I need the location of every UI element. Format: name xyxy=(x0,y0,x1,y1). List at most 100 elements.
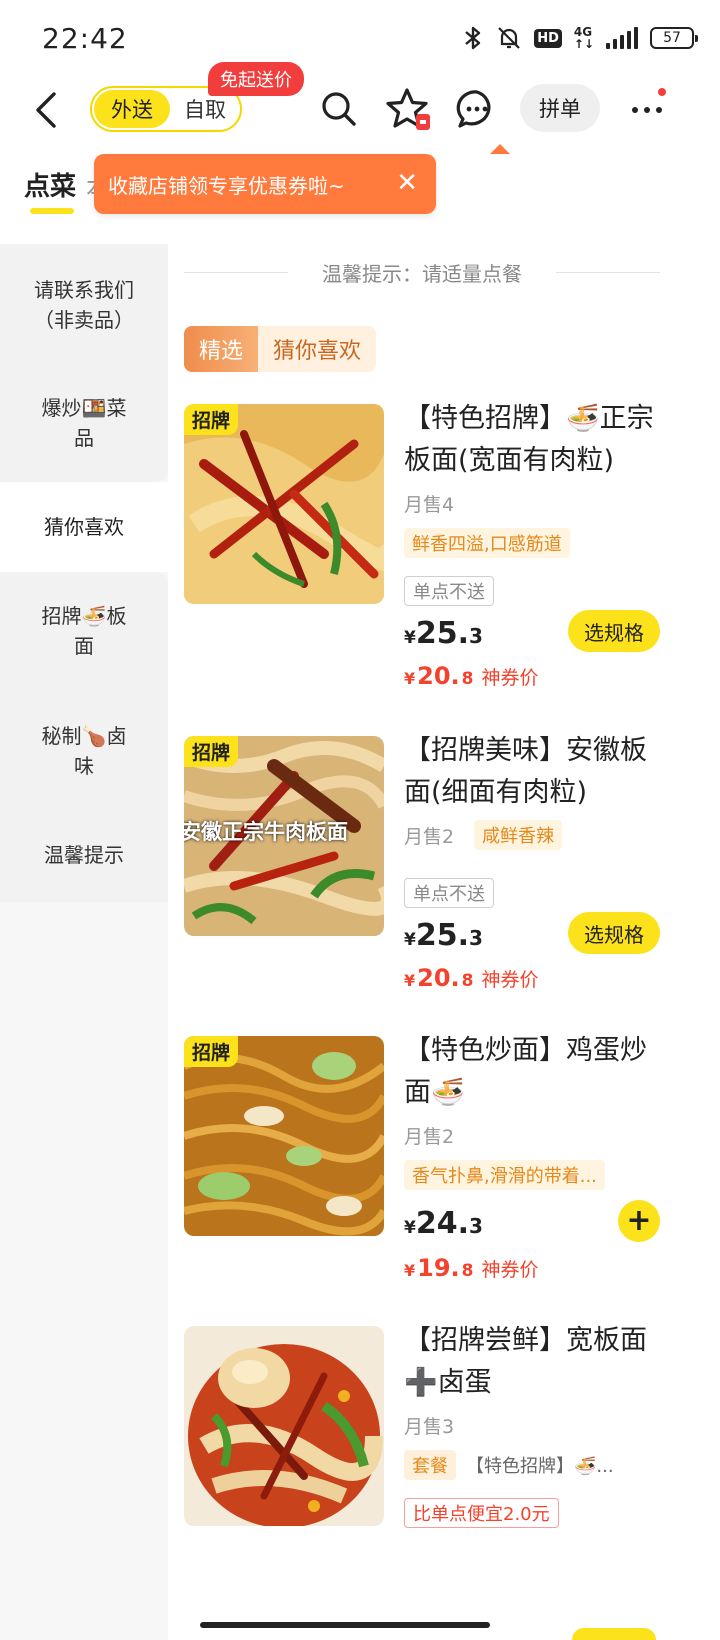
currency-symbol: ¥ xyxy=(404,1218,416,1238)
noodle-photo xyxy=(184,1326,384,1526)
more-icon xyxy=(632,107,638,113)
currency-symbol: ¥ xyxy=(404,930,416,950)
currency-symbol: ¥ xyxy=(404,628,416,648)
sidebar-item-signature-noodles[interactable]: 招牌🍜板 面 xyxy=(0,586,168,676)
currency-symbol: ¥ xyxy=(404,971,416,990)
item-name: 【特色炒面】鸡蛋炒面🍜 xyxy=(404,1035,647,1108)
status-time: 22:42 xyxy=(42,22,128,55)
status-icons: HD 4G ↑↓ 57 xyxy=(462,22,698,54)
item-sales: 月售2 xyxy=(404,826,455,848)
price-decimal: 3 xyxy=(469,926,483,950)
item-sales: 月售3 xyxy=(404,1416,455,1438)
category-sidebar: 请联系我们 （非卖品） 爆炒🍱菜 品 猜你喜欢 招牌🍜板 面 秘制🍗卤 味 温馨… xyxy=(0,244,168,1640)
price-integer: 24. xyxy=(415,1206,469,1241)
item-sales: 月售4 xyxy=(404,494,455,516)
coupon-label: 神券价 xyxy=(481,969,539,991)
currency-symbol: ¥ xyxy=(404,669,416,688)
sidebar-item-recommended[interactable]: 猜你喜欢 xyxy=(0,482,168,572)
select-spec-button-peek[interactable] xyxy=(572,1628,656,1640)
coupon-price: ¥20. 8 神券价 xyxy=(404,964,539,992)
item-taste-tag: 咸鲜香辣 xyxy=(474,820,562,850)
notification-dot xyxy=(658,88,666,96)
price-integer: 25. xyxy=(415,918,469,953)
item-name: 【招牌美味】安徽板面(细面有肉粒) xyxy=(404,735,647,808)
group-order-button[interactable]: 拼单 xyxy=(520,84,600,132)
store-tabs: 点菜 本 收藏店铺领专享优惠券啦~ ✕ xyxy=(0,144,720,230)
sidebar-item-braised[interactable]: 秘制🍗卤 味 xyxy=(0,706,168,796)
plus-icon: + xyxy=(626,1203,652,1238)
item-image[interactable]: 招牌 xyxy=(184,404,384,604)
item-sales: 月售2 xyxy=(404,1126,455,1148)
sidebar-item-label: 爆炒🍱菜 xyxy=(41,396,127,420)
combo-tag: 套餐 xyxy=(404,1450,456,1480)
no-single-delivery-tag: 单点不送 xyxy=(404,576,494,606)
sidebar-item-label: 面 xyxy=(74,634,94,658)
mode-delivery[interactable]: 外送 xyxy=(94,90,170,128)
order-notice-text: 温馨提示：请适量点餐 xyxy=(322,261,522,286)
savings-tag: 比单点便宜2.0元 xyxy=(404,1498,559,1528)
favorite-coupon-tooltip[interactable]: 收藏店铺领专享优惠券啦~ ✕ xyxy=(94,144,510,214)
sidebar-item-label: 招牌🍜板 xyxy=(41,604,127,628)
section-chip-label: 猜你喜欢 xyxy=(258,326,376,372)
chevron-left-icon xyxy=(36,92,56,128)
add-to-cart-button[interactable]: + xyxy=(618,1200,660,1242)
tab-order[interactable]: 点菜 xyxy=(24,166,76,203)
hd-icon: HD xyxy=(534,28,562,48)
bluetooth-icon xyxy=(465,26,481,50)
more-icon-dot xyxy=(644,107,650,113)
menu-item[interactable]: 安徽正宗牛肉板面 招牌 【招牌美味】安徽板面(细面有肉粒) 月售2 咸鲜香辣 单… xyxy=(184,735,680,996)
star-icon xyxy=(386,88,430,130)
select-spec-button[interactable]: 选规格 xyxy=(568,912,660,954)
image-caption: 安徽正宗牛肉板面 xyxy=(184,820,348,844)
coupon-price: ¥19. 8 神券价 xyxy=(404,1254,539,1282)
sidebar-item-label: 猜你喜欢 xyxy=(44,515,124,539)
coupon-price: ¥20. 8 神券价 xyxy=(404,662,539,690)
item-image[interactable]: 招牌 xyxy=(184,1036,384,1236)
price-decimal: 3 xyxy=(469,624,483,648)
order-notice: 温馨提示：请适量点餐 xyxy=(184,252,660,292)
currency-symbol: ¥ xyxy=(404,1261,416,1280)
network-type: 4G ↑↓ xyxy=(573,25,594,51)
coupon-integer: 19. xyxy=(417,1254,460,1282)
sidebar-item-label: 秘制🍗卤 xyxy=(41,724,127,748)
battery-icon: 57 xyxy=(650,27,698,49)
menu-item[interactable]: 招牌 【特色炒面】鸡蛋炒面🍜 月售2 香气扑鼻,滑滑的带着... ¥24.3 ¥… xyxy=(184,1035,680,1286)
sidebar-item-stirfry[interactable]: 爆炒🍱菜 品 xyxy=(0,378,168,468)
price-decimal: 3 xyxy=(469,1214,483,1238)
item-image[interactable]: 安徽正宗牛肉板面 招牌 xyxy=(184,736,384,936)
sidebar-item-label: 请联系我们 xyxy=(34,278,134,302)
home-indicator[interactable] xyxy=(200,1622,490,1628)
back-button[interactable] xyxy=(28,88,68,132)
store-header: 外送 自取 免起送价 拼单 xyxy=(0,62,720,146)
sidebar-item-label: 味 xyxy=(74,754,94,778)
section-chip-selected: 精选 xyxy=(184,326,258,372)
item-price: ¥25.3 xyxy=(404,616,483,651)
favorite-button[interactable] xyxy=(384,86,430,132)
menu-item[interactable]: 【招牌尝鲜】宽板面➕卤蛋 月售3 套餐 【特色招牌】🍜... 比单点便宜2.0元 xyxy=(184,1325,680,1540)
status-bar: 22:42 HD 4G ↑↓ 57 xyxy=(0,0,720,76)
section-chip: 精选 猜你喜欢 xyxy=(184,326,376,374)
promo-badge: 免起送价 xyxy=(208,62,304,96)
menu-item[interactable]: 招牌 【特色招牌】🍜正宗板面(宽面有肉粒) 月售4 鲜香四溢,口感筋道 单点不送… xyxy=(184,403,680,694)
search-icon xyxy=(322,92,356,126)
sidebar-item-contact[interactable]: 请联系我们 （非卖品） xyxy=(0,260,168,350)
item-taste-tag: 鲜香四溢,口感筋道 xyxy=(404,528,570,558)
close-icon[interactable]: ✕ xyxy=(396,168,418,198)
signature-badge: 招牌 xyxy=(184,736,239,767)
item-image[interactable] xyxy=(184,1326,384,1526)
sidebar-item-notice[interactable]: 温馨提示 xyxy=(0,810,168,900)
sidebar-item-label: 温馨提示 xyxy=(44,843,124,867)
combo-contents: 【特色招牌】🍜... xyxy=(466,1456,614,1477)
more-icon-dot xyxy=(656,107,662,113)
coupon-decimal: 8 xyxy=(461,669,474,689)
tab-underline xyxy=(30,208,74,214)
item-name: 【招牌尝鲜】宽板面➕卤蛋 xyxy=(404,1325,647,1398)
more-options-button[interactable] xyxy=(622,88,672,128)
coupon-integer: 20. xyxy=(417,964,460,992)
message-button[interactable] xyxy=(454,86,500,132)
signature-badge: 招牌 xyxy=(184,404,239,435)
sidebar-item-label: （非卖品） xyxy=(34,308,134,332)
coupon-label: 神券价 xyxy=(481,1259,539,1281)
search-button[interactable] xyxy=(316,86,362,132)
select-spec-button[interactable]: 选规格 xyxy=(568,610,660,652)
